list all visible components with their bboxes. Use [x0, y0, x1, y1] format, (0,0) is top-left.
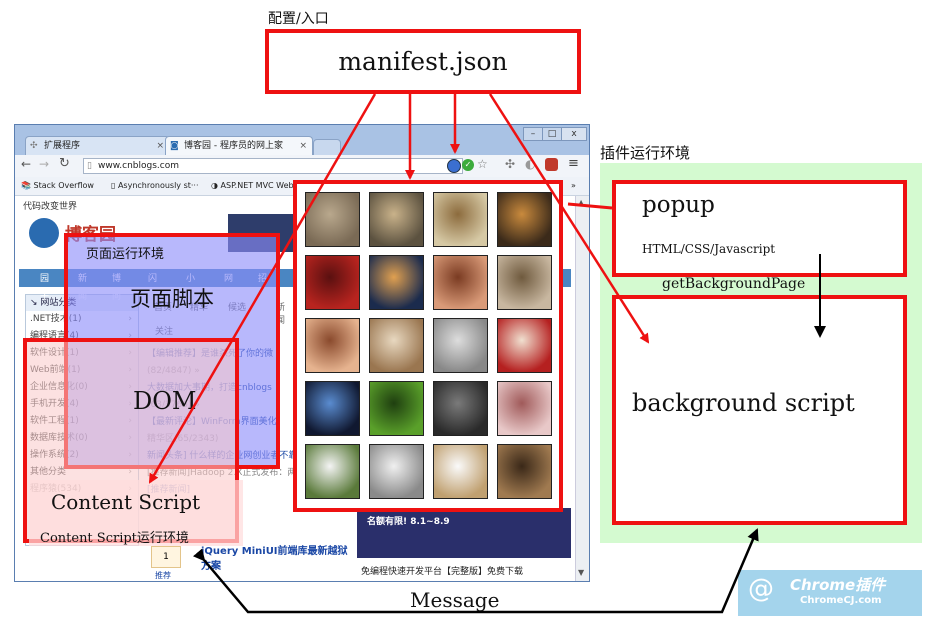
message-arrow: [192, 528, 759, 614]
manifest-to-background-arrow: [488, 93, 650, 344]
gallery-to-popup-connector: [567, 202, 613, 210]
arrows-layer: [148, 93, 826, 614]
manifest-to-content-script-arrow: [148, 93, 377, 484]
